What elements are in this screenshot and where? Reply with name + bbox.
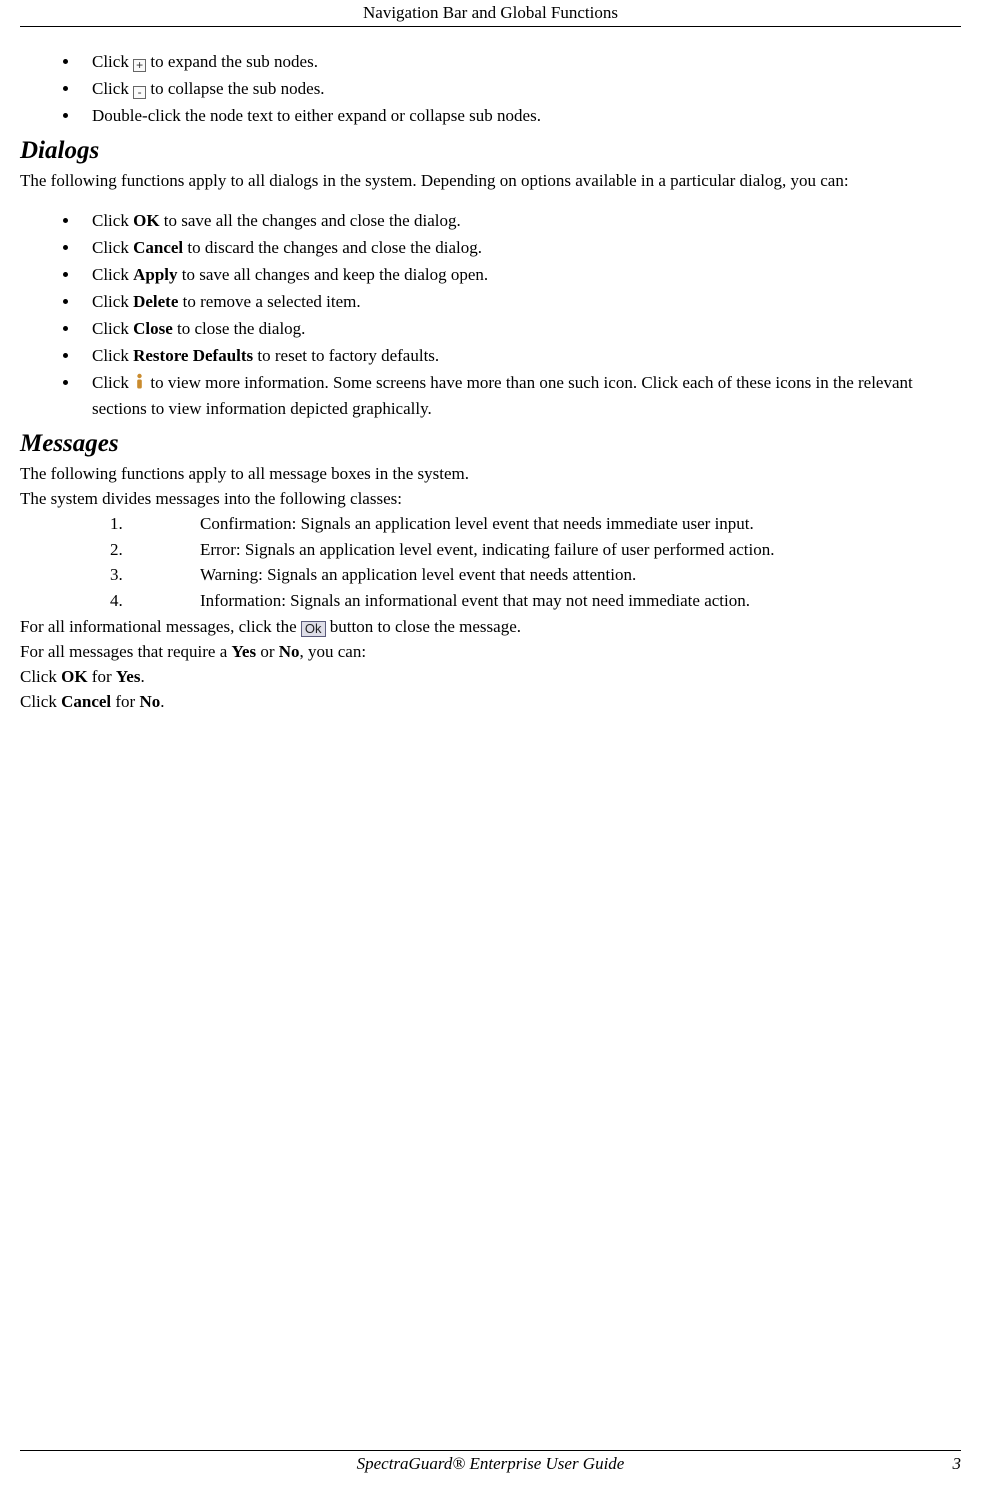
- click-ok-line: Click OK for Yes.: [20, 666, 961, 689]
- text: Click: [92, 52, 133, 71]
- text: Click: [92, 79, 133, 98]
- header-title: Navigation Bar and Global Functions: [363, 3, 618, 22]
- list-item: 2. Error: Signals an application level ev…: [110, 539, 961, 562]
- text: to view more information. Some screens h…: [92, 373, 913, 418]
- text: Click: [92, 319, 133, 338]
- page-header: Navigation Bar and Global Functions: [20, 0, 961, 27]
- dialogs-heading: Dialogs: [20, 134, 961, 168]
- text: Click: [20, 692, 61, 711]
- text: to save all the changes and close the di…: [160, 211, 461, 230]
- bold-label: No: [139, 692, 160, 711]
- bold-label: Cancel: [61, 692, 111, 711]
- text: to expand the sub nodes.: [146, 52, 318, 71]
- list-item: Click OK to save all the changes and clo…: [80, 210, 961, 233]
- dialogs-intro: The following functions apply to all dia…: [20, 170, 961, 193]
- bold-label: Cancel: [133, 238, 183, 257]
- text: Click: [92, 211, 133, 230]
- messages-heading: Messages: [20, 427, 961, 461]
- list-item: Click Delete to remove a selected item.: [80, 291, 961, 314]
- list-item: Double-click the node text to either exp…: [80, 105, 961, 128]
- ok-button-icon: Ok: [301, 621, 326, 637]
- text: Click: [20, 667, 61, 686]
- item-number: 1.: [110, 513, 123, 536]
- text: to save all changes and keep the dialog …: [178, 265, 489, 284]
- text: Click: [92, 292, 133, 311]
- item-number: 3.: [110, 564, 123, 587]
- dialogs-list: Click OK to save all the changes and clo…: [20, 210, 961, 421]
- text: or: [256, 642, 279, 661]
- text: For all messages that require a: [20, 642, 232, 661]
- list-item: Click - to collapse the sub nodes.: [80, 78, 961, 101]
- bold-label: OK: [61, 667, 87, 686]
- messages-intro2: The system divides messages into the fol…: [20, 488, 961, 511]
- text: for: [88, 667, 116, 686]
- text: Double-click the node text to either exp…: [92, 106, 541, 125]
- text: to remove a selected item.: [178, 292, 360, 311]
- text: Click: [92, 265, 133, 284]
- item-number: 4.: [110, 590, 123, 613]
- bold-label: Close: [133, 319, 173, 338]
- text: Error: Signals an application level even…: [200, 540, 775, 559]
- expand-icon: +: [133, 59, 146, 72]
- page-number: 3: [953, 1453, 962, 1476]
- text: Information: Signals an informational ev…: [200, 591, 750, 610]
- list-item: 3. Warning: Signals an application level …: [110, 564, 961, 587]
- click-cancel-line: Click Cancel for No.: [20, 691, 961, 714]
- bold-label: Yes: [116, 667, 141, 686]
- text: .: [140, 667, 144, 686]
- collapse-icon: -: [133, 86, 146, 99]
- yesno-line: For all messages that require a Yes or N…: [20, 641, 961, 664]
- list-item: Click + to expand the sub nodes.: [80, 51, 961, 74]
- text: .: [160, 692, 164, 711]
- bold-label: Delete: [133, 292, 178, 311]
- bold-label: Yes: [232, 642, 257, 661]
- list-item: 1. Confirmation: Signals an application l…: [110, 513, 961, 536]
- text: for: [111, 692, 139, 711]
- info-close-line: For all informational messages, click th…: [20, 616, 961, 639]
- text: , you can:: [300, 642, 367, 661]
- list-item: Click Apply to save all changes and keep…: [80, 264, 961, 287]
- bold-label: Restore Defaults: [133, 346, 253, 365]
- footer-guide-title: SpectraGuard® Enterprise User Guide: [357, 1454, 625, 1473]
- text: to discard the changes and close the dia…: [183, 238, 482, 257]
- messages-intro1: The following functions apply to all mes…: [20, 463, 961, 486]
- page-content: Click + to expand the sub nodes. Click -…: [0, 27, 981, 714]
- list-item: Click Close to close the dialog.: [80, 318, 961, 341]
- tree-operations-list: Click + to expand the sub nodes. Click -…: [20, 51, 961, 128]
- text: to collapse the sub nodes.: [146, 79, 324, 98]
- bold-label: Apply: [133, 265, 177, 284]
- list-item: 4. Information: Signals an informational …: [110, 590, 961, 613]
- text: Click: [92, 346, 133, 365]
- list-item: Click Cancel to discard the changes and …: [80, 237, 961, 260]
- message-classes-list: 1. Confirmation: Signals an application l…: [110, 513, 961, 614]
- text: button to close the message.: [326, 617, 521, 636]
- text: to reset to factory defaults.: [253, 346, 439, 365]
- text: Warning: Signals an application level ev…: [200, 565, 636, 584]
- bold-label: OK: [133, 211, 159, 230]
- text: Click: [92, 238, 133, 257]
- page-footer: SpectraGuard® Enterprise User Guide 3: [20, 1450, 961, 1476]
- item-number: 2.: [110, 539, 123, 562]
- text: to close the dialog.: [173, 319, 306, 338]
- info-icon: [133, 373, 146, 398]
- list-item: Click to view more information. Some scr…: [80, 372, 961, 421]
- text: Click: [92, 373, 133, 392]
- text: Confirmation: Signals an application lev…: [200, 514, 754, 533]
- list-item: Click Restore Defaults to reset to facto…: [80, 345, 961, 368]
- text: For all informational messages, click th…: [20, 617, 301, 636]
- bold-label: No: [279, 642, 300, 661]
